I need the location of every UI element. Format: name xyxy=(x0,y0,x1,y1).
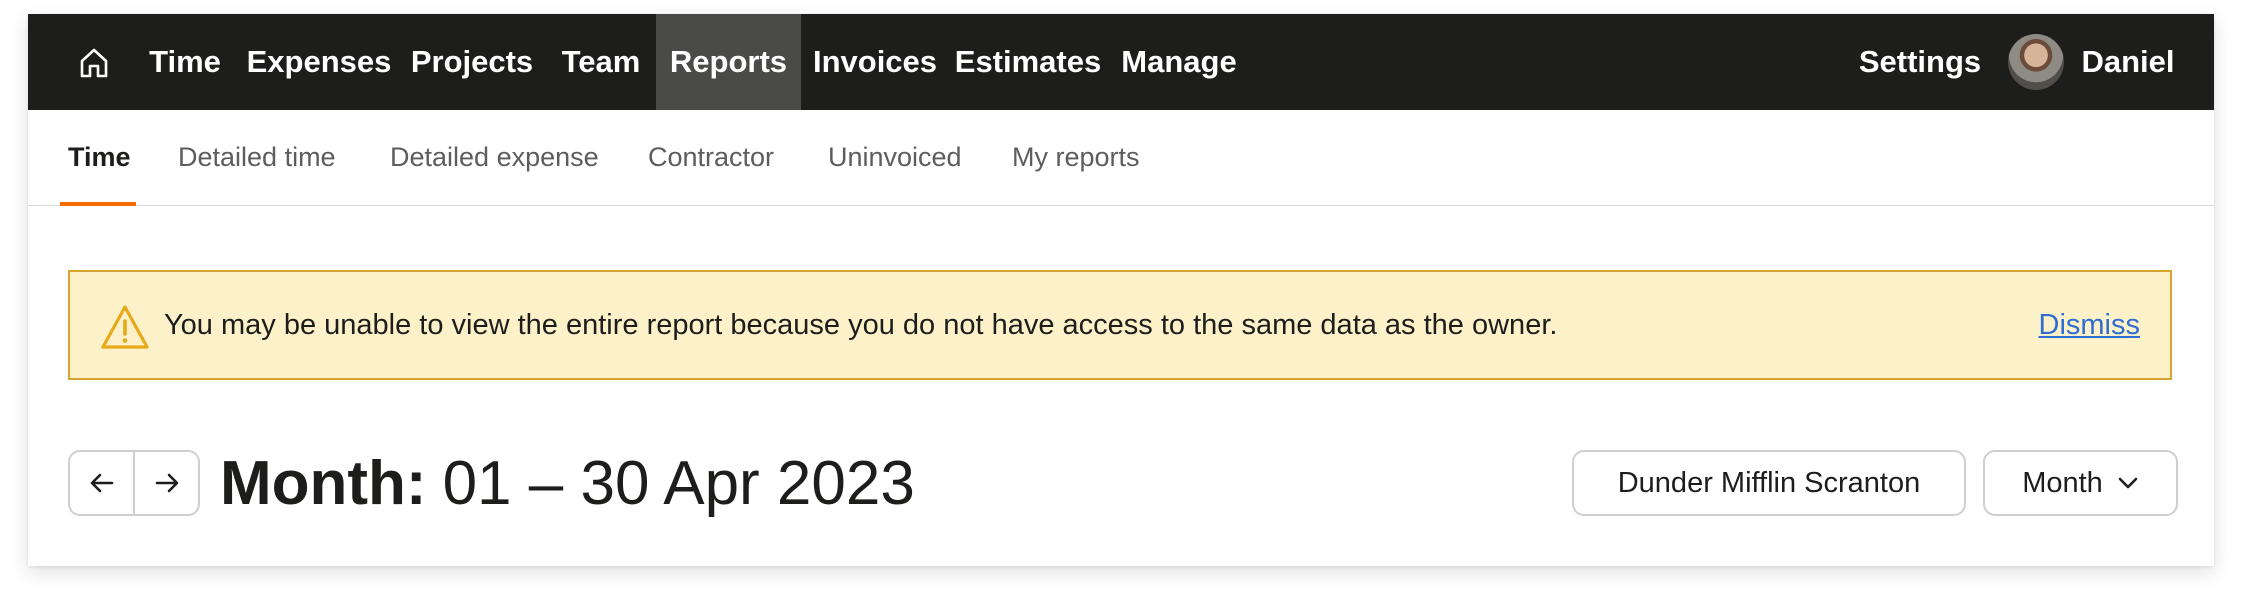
timeframe-select-label: Month xyxy=(2022,466,2103,499)
arrow-right-icon xyxy=(155,473,178,493)
access-warning-alert: You may be unable to view the entire rep… xyxy=(68,270,2172,380)
nav-item-projects[interactable]: Projects xyxy=(398,14,546,110)
period-range: 01 – 30 Apr 2023 xyxy=(442,448,915,518)
nav-item-reports[interactable]: Reports xyxy=(656,14,801,110)
tab-contractor[interactable]: Contractor xyxy=(648,110,774,205)
timeframe-select[interactable]: Month xyxy=(1983,450,2178,516)
arrow-left-icon xyxy=(90,473,113,493)
settings-link[interactable]: Settings xyxy=(1854,14,1986,110)
user-name[interactable]: Daniel xyxy=(2072,14,2184,110)
nav-item-manage[interactable]: Manage xyxy=(1107,14,1251,110)
next-period-button[interactable] xyxy=(133,452,198,514)
previous-period-button[interactable] xyxy=(70,452,133,514)
alert-message: You may be unable to view the entire rep… xyxy=(164,308,1558,341)
nav-item-time[interactable]: Time xyxy=(130,14,240,110)
active-tab-indicator xyxy=(60,202,136,206)
client-filter-button[interactable]: Dunder Mifflin Scranton xyxy=(1572,450,1966,516)
period-title: Month: 01 – 30 Apr 2023 xyxy=(220,446,915,520)
dismiss-link[interactable]: Dismiss xyxy=(2039,272,2141,378)
period-navigation xyxy=(68,450,200,516)
chevron-down-icon xyxy=(2118,477,2138,489)
tab-uninvoiced[interactable]: Uninvoiced xyxy=(828,110,962,205)
nav-item-estimates[interactable]: Estimates xyxy=(949,14,1107,110)
tab-detailed-time[interactable]: Detailed time xyxy=(178,110,336,205)
home-icon[interactable] xyxy=(74,43,114,83)
user-avatar[interactable] xyxy=(2008,34,2064,90)
warning-icon xyxy=(101,305,149,349)
nav-item-expenses[interactable]: Expenses xyxy=(240,14,398,110)
tab-my-reports[interactable]: My reports xyxy=(1012,110,1140,205)
period-label: Month: xyxy=(220,448,427,518)
nav-item-team[interactable]: Team xyxy=(546,14,656,110)
tab-detailed-expense[interactable]: Detailed expense xyxy=(390,110,599,205)
report-tabs: Time Detailed time Detailed expense Cont… xyxy=(28,110,2214,206)
tab-time[interactable]: Time xyxy=(68,110,131,205)
nav-item-invoices[interactable]: Invoices xyxy=(801,14,949,110)
app-window: Time Expenses Projects Team Reports Invo… xyxy=(28,14,2214,566)
top-nav: Time Expenses Projects Team Reports Invo… xyxy=(28,14,2214,110)
